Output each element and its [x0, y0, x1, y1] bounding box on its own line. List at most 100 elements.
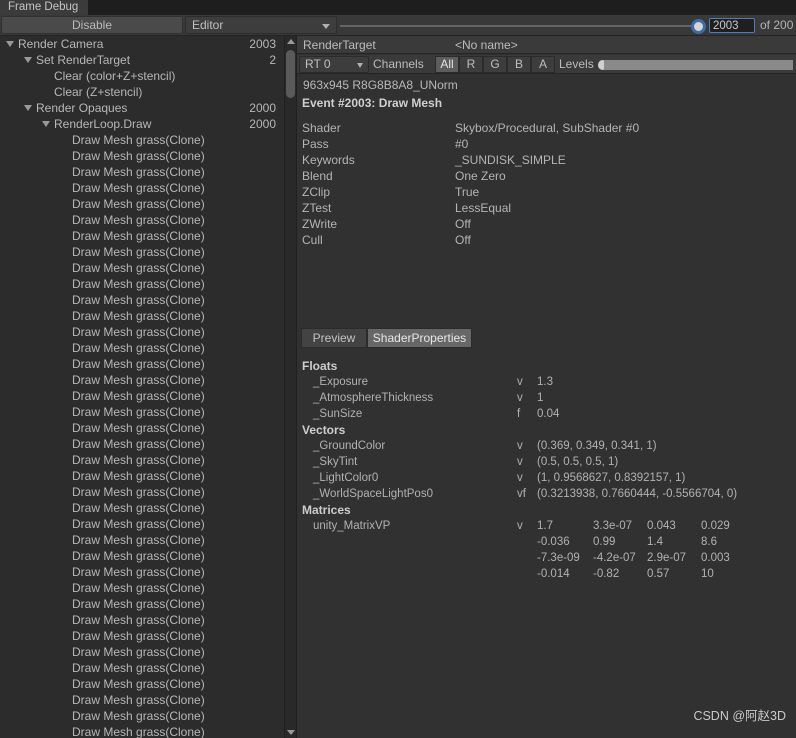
- tree-row[interactable]: Draw Mesh grass(Clone): [0, 644, 284, 660]
- disclosure-triangle-icon[interactable]: [24, 57, 32, 63]
- channel-button-r[interactable]: R: [459, 56, 483, 73]
- levels-label: Levels: [559, 57, 594, 71]
- tree-row[interactable]: Draw Mesh grass(Clone): [0, 356, 284, 372]
- tree-row[interactable]: Draw Mesh grass(Clone): [0, 564, 284, 580]
- channel-button-all[interactable]: All: [435, 56, 459, 73]
- rt-select-dropdown[interactable]: RT 0: [299, 56, 369, 73]
- disable-button[interactable]: Disable: [1, 16, 183, 34]
- tree-row-label: Draw Mesh grass(Clone): [72, 581, 205, 595]
- shader-property-row: _SunSize f 0.04: [297, 406, 796, 422]
- disclosure-triangle-icon[interactable]: [42, 121, 50, 127]
- property-row: Blend One Zero: [297, 168, 796, 184]
- scroll-up-arrow-icon[interactable]: [287, 39, 295, 44]
- tree-row-count: 2000: [249, 117, 276, 131]
- tree-row-count: 2: [269, 53, 276, 67]
- scrollbar-thumb[interactable]: [286, 50, 295, 98]
- tree-row[interactable]: Draw Mesh grass(Clone): [0, 132, 284, 148]
- levels-slider-track[interactable]: [604, 60, 793, 70]
- property-value: Skybox/Procedural, SubShader #0: [455, 121, 640, 135]
- shader-property-name: _SkyTint: [313, 456, 358, 468]
- target-dropdown[interactable]: Editor: [185, 16, 337, 34]
- event-total-label: of 200: [760, 18, 794, 32]
- tree-row[interactable]: Draw Mesh grass(Clone): [0, 484, 284, 500]
- property-key: ZTest: [302, 201, 332, 215]
- tree-row[interactable]: Draw Mesh grass(Clone): [0, 196, 284, 212]
- tree-row[interactable]: Draw Mesh grass(Clone): [0, 292, 284, 308]
- tree-row[interactable]: Clear (color+Z+stencil): [0, 68, 284, 84]
- tree-row[interactable]: Draw Mesh grass(Clone): [0, 372, 284, 388]
- tree-row[interactable]: Draw Mesh grass(Clone): [0, 452, 284, 468]
- disclosure-triangle-icon[interactable]: [6, 41, 14, 47]
- event-slider-handle[interactable]: [691, 19, 706, 34]
- tree-row[interactable]: Draw Mesh grass(Clone): [0, 548, 284, 564]
- tree-row[interactable]: Draw Mesh grass(Clone): [0, 276, 284, 292]
- tree-row[interactable]: RenderLoop.Draw 2000: [0, 116, 284, 132]
- property-row: Shader Skybox/Procedural, SubShader #0: [297, 120, 796, 136]
- channel-button-g[interactable]: G: [483, 56, 507, 73]
- tree-row[interactable]: Draw Mesh grass(Clone): [0, 420, 284, 436]
- tree-row[interactable]: Draw Mesh grass(Clone): [0, 516, 284, 532]
- property-value: True: [455, 185, 480, 199]
- tree-row[interactable]: Draw Mesh grass(Clone): [0, 580, 284, 596]
- tree-row[interactable]: Draw Mesh grass(Clone): [0, 724, 284, 738]
- tree-row[interactable]: Draw Mesh grass(Clone): [0, 244, 284, 260]
- matrix-cell: 0.003: [701, 552, 730, 564]
- shader-property-value: 1.3: [537, 376, 553, 388]
- tree-row[interactable]: Draw Mesh grass(Clone): [0, 628, 284, 644]
- shader-property-name: _GroundColor: [313, 440, 386, 452]
- event-detail-panel: RenderTarget <No name> RT 0 Channels All…: [297, 36, 796, 738]
- tree-row[interactable]: Draw Mesh grass(Clone): [0, 324, 284, 340]
- channel-button-b[interactable]: B: [507, 56, 531, 73]
- event-slider-track[interactable]: [340, 25, 700, 27]
- shader-property-name: _WorldSpaceLightPos0: [313, 488, 433, 500]
- matrix-cell: 10: [701, 568, 714, 580]
- shader-property-name: _SunSize: [313, 408, 363, 420]
- tree-row-count: 2003: [249, 37, 276, 51]
- property-key: ZClip: [302, 185, 331, 199]
- tree-row[interactable]: Draw Mesh grass(Clone): [0, 500, 284, 516]
- tab-frame-debug[interactable]: Frame Debug: [0, 0, 89, 15]
- tree-row[interactable]: Draw Mesh grass(Clone): [0, 612, 284, 628]
- tree-row[interactable]: Draw Mesh grass(Clone): [0, 228, 284, 244]
- tree-row[interactable]: Draw Mesh grass(Clone): [0, 180, 284, 196]
- tree-row[interactable]: Draw Mesh grass(Clone): [0, 532, 284, 548]
- tree-row[interactable]: Draw Mesh grass(Clone): [0, 388, 284, 404]
- property-key: Pass: [302, 137, 329, 151]
- tree-row-label: Draw Mesh grass(Clone): [72, 181, 205, 195]
- tree-row[interactable]: Draw Mesh grass(Clone): [0, 212, 284, 228]
- tree-row[interactable]: Draw Mesh grass(Clone): [0, 660, 284, 676]
- channel-button-a[interactable]: A: [531, 56, 555, 73]
- event-tree[interactable]: Render Camera 2003 Set RenderTarget 2 Clear …: [0, 36, 284, 738]
- tree-row[interactable]: Render Camera 2003: [0, 36, 284, 52]
- tree-row[interactable]: Draw Mesh grass(Clone): [0, 692, 284, 708]
- tree-row[interactable]: Render Opaques 2000: [0, 100, 284, 116]
- event-index-input[interactable]: 2003: [709, 18, 755, 33]
- disclosure-triangle-icon[interactable]: [24, 105, 32, 111]
- tree-row[interactable]: Draw Mesh grass(Clone): [0, 164, 284, 180]
- subtab-preview[interactable]: Preview: [301, 328, 367, 348]
- tree-row[interactable]: Draw Mesh grass(Clone): [0, 468, 284, 484]
- matrix-cell: -4.2e-07: [593, 552, 636, 564]
- matrix-name: unity_MatrixVP: [313, 520, 391, 532]
- event-tree-scrollbar[interactable]: [284, 36, 296, 738]
- tree-row[interactable]: Draw Mesh grass(Clone): [0, 708, 284, 724]
- tree-row[interactable]: Draw Mesh grass(Clone): [0, 148, 284, 164]
- tree-row-label: Draw Mesh grass(Clone): [72, 645, 205, 659]
- tree-row[interactable]: Draw Mesh grass(Clone): [0, 404, 284, 420]
- frame-debugger-window: Frame Debug Disable Editor 2003 of 200 R…: [0, 0, 796, 738]
- tree-row[interactable]: Draw Mesh grass(Clone): [0, 596, 284, 612]
- tree-row[interactable]: Draw Mesh grass(Clone): [0, 308, 284, 324]
- tree-row[interactable]: Draw Mesh grass(Clone): [0, 340, 284, 356]
- tree-row[interactable]: Draw Mesh grass(Clone): [0, 260, 284, 276]
- tree-row[interactable]: Draw Mesh grass(Clone): [0, 436, 284, 452]
- tree-row-label: Draw Mesh grass(Clone): [72, 693, 205, 707]
- tree-row[interactable]: Set RenderTarget 2: [0, 52, 284, 68]
- matrix-cell: -7.3e-09: [537, 552, 580, 564]
- matrix-cell: 3.3e-07: [593, 520, 633, 532]
- shader-property-type: v: [517, 392, 523, 404]
- tree-row-label: Draw Mesh grass(Clone): [72, 661, 205, 675]
- tree-row[interactable]: Draw Mesh grass(Clone): [0, 676, 284, 692]
- tree-row[interactable]: Clear (Z+stencil): [0, 84, 284, 100]
- subtab-shaderproperties[interactable]: ShaderProperties: [367, 328, 472, 348]
- scroll-down-arrow-icon[interactable]: [287, 730, 295, 735]
